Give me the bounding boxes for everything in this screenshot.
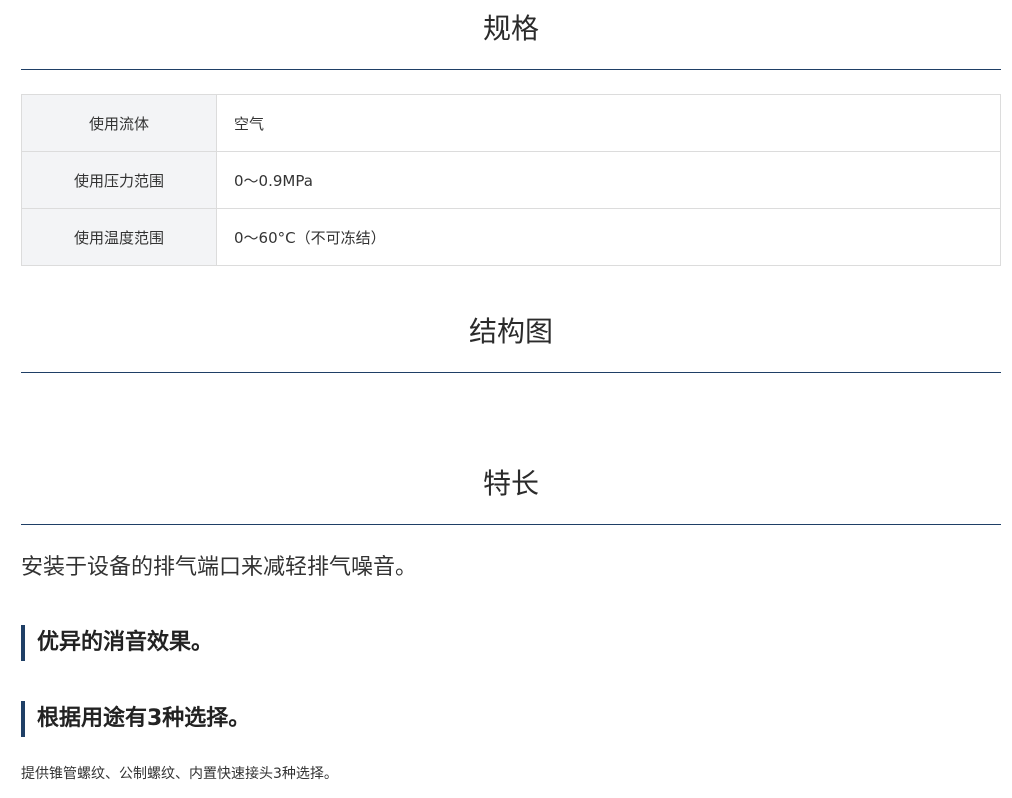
structure-divider <box>21 372 1001 373</box>
specs-title: 规格 <box>482 12 539 45</box>
structure-title: 结构图 <box>468 315 553 348</box>
spec-label: 使用温度范围 <box>21 208 217 266</box>
specs-table: 使用流体 空气 使用压力范围 0～0.9MPa 使用温度范围 0～60°C（不可… <box>21 94 1001 266</box>
table-row: 使用温度范围 0～60°C（不可冻结） <box>21 208 1001 266</box>
features-intro: 安装于设备的排气端口来减轻排气噪音。 <box>21 555 418 580</box>
feature-heading: 优异的消音效果。 <box>21 625 213 661</box>
spec-value: 0～0.9MPa <box>216 151 1001 209</box>
spec-label: 使用压力范围 <box>21 151 217 209</box>
features-divider <box>21 524 1001 525</box>
features-title: 特长 <box>482 467 539 500</box>
specs-divider <box>21 69 1001 70</box>
feature-note: 提供锥管螺纹、公制螺纹、内置快速接头3种选择。 <box>21 766 338 782</box>
table-row: 使用流体 空气 <box>21 94 1001 152</box>
spec-value: 空气 <box>216 94 1001 152</box>
feature-heading: 根据用途有3种选择。 <box>21 701 250 737</box>
table-row: 使用压力范围 0～0.9MPa <box>21 151 1001 209</box>
spec-label: 使用流体 <box>21 94 217 152</box>
spec-value: 0～60°C（不可冻结） <box>216 208 1001 266</box>
